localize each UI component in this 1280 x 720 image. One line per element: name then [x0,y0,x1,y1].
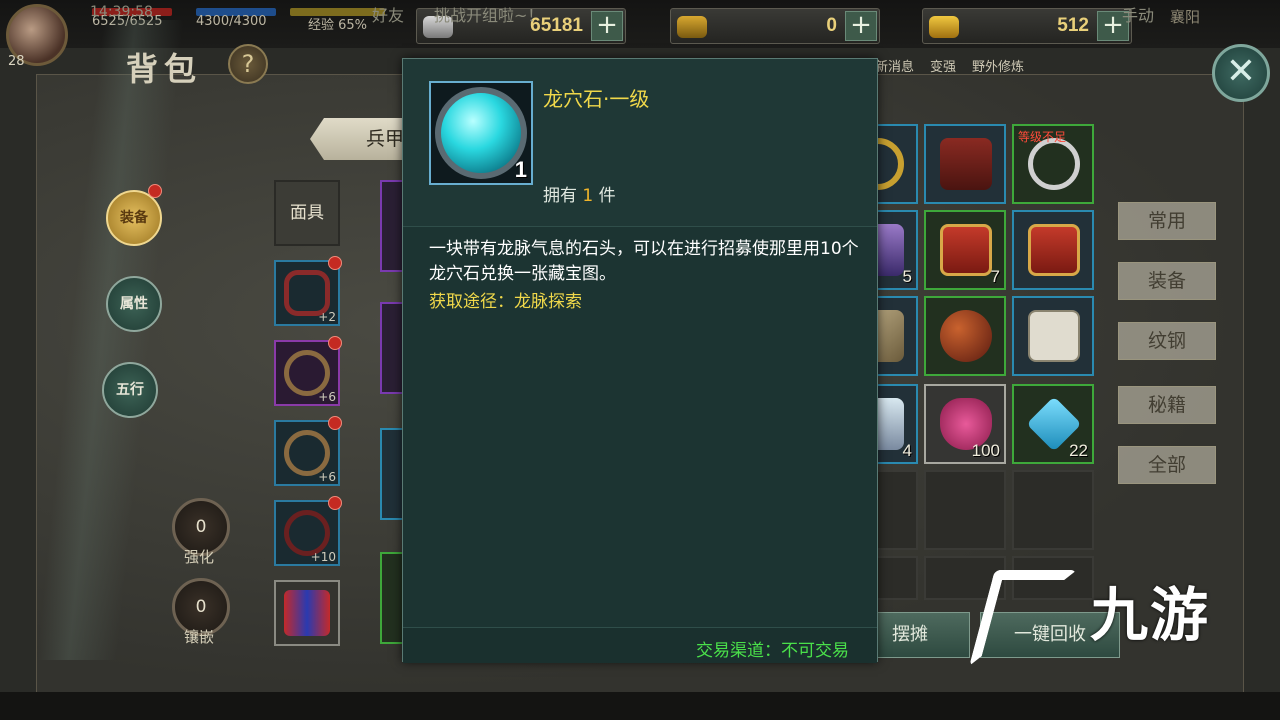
filter-all[interactable]: 全部 [1118,446,1216,484]
enhance-level: +6 [318,390,336,404]
equip-slot-bracelet[interactable]: +6 [274,340,340,406]
tooltip-trade-channel: 交易渠道：不可交易 [696,641,849,661]
equip-slot-ring[interactable]: +10 [274,500,340,566]
notification-dot [328,496,342,510]
auto-toggle[interactable]: 手动 [1122,2,1154,26]
filter-equipment[interactable]: 装备 [1118,262,1216,300]
bag-item-slot[interactable]: 等级不足 [1012,124,1094,204]
chat-bar [0,692,1280,720]
tooltip-owned: 拥有 1 件 [543,181,616,206]
item-tooltip: 1 龙穴石·一级 拥有 1 件 一块带有龙脉气息的石头，可以在进行招募使那里用1… [402,58,878,663]
currency-ticket: 0 + [670,8,880,44]
bag-item-slot[interactable]: 7 [924,210,1006,290]
gold-ticket-icon [677,16,707,38]
tooltip-item-name: 龙穴石·一级 [543,87,650,111]
bag-item-slot[interactable] [924,124,1006,204]
tooltip-description: 一块带有龙脉气息的石头，可以在进行招募使那里用10个龙穴石兑换一张藏宝图。 [429,239,859,284]
bag-empty-slot[interactable] [924,470,1006,550]
location-name: 襄阳 [1170,8,1201,26]
armor-icon [940,138,992,190]
equip-slot-weapon[interactable]: +2 [274,260,340,326]
top-menu: 新消息 变强 野外修炼 [875,56,1040,75]
bag-item-slot[interactable]: 100 [924,384,1006,464]
friend-button[interactable]: 好友 [372,2,404,26]
treasure-chest-icon [1028,224,1080,276]
tooltip-footer: 交易渠道：不可交易 [403,627,877,663]
enhance-level: +6 [318,470,336,484]
notification-dot [148,184,162,198]
inlay-label: 镶嵌 [184,628,215,646]
close-button[interactable]: ✕ [1212,44,1270,102]
tooltip-icon-count: 1 [514,157,527,182]
treasure-chest-icon [940,224,992,276]
notification-dot [328,416,342,430]
bag-item-slot[interactable] [1012,296,1094,376]
bag-item-slot[interactable] [1012,210,1094,290]
notification-dot [328,256,342,270]
cloak-icon [284,590,330,636]
enhance-level: +10 [310,550,336,564]
exp-text: 经验 65% [308,18,368,33]
add-silver-button[interactable]: + [591,11,623,41]
player-level: 28 [8,54,25,69]
dragon-cave-stone-icon [435,87,527,179]
bag-title: 背包 [126,50,203,88]
handcuffs-icon [1028,138,1080,190]
bag-item-slot[interactable] [924,296,1006,376]
help-button[interactable]: ? [228,44,268,84]
filter-common[interactable]: 常用 [1118,202,1216,240]
add-ticket-button[interactable]: + [845,11,877,41]
filter-steel[interactable]: 纹钢 [1118,322,1216,360]
enhance-level: +2 [318,310,336,324]
gold-ingot-icon [929,16,959,38]
menu-new-messages[interactable]: 新消息 [875,60,914,75]
mp-text: 4300/4300 [196,14,267,29]
enhance-label: 强化 [184,548,215,566]
currency-ticket-value: 0 [826,15,837,36]
side-tab-attributes[interactable]: 属性 [106,276,162,332]
level-warning: 等级不足 [1018,130,1067,144]
category-tab-weapons[interactable]: 兵甲 [310,118,410,160]
owned-prefix: 拥有 [543,186,577,206]
watermark-text: 九游 [1090,581,1211,649]
owned-suffix: 件 [598,186,616,206]
chestnut-icon [940,310,992,362]
menu-field-training[interactable]: 野外修炼 [972,60,1024,75]
filter-manuals[interactable]: 秘籍 [1118,386,1216,424]
currency-gold: 512 + [922,8,1132,44]
treasure-map-icon [1028,310,1080,362]
equip-slot-mask[interactable]: 面具 [274,180,340,246]
bag-item-slot[interactable]: 22 [1012,384,1094,464]
tooltip-source: 获取途径：龙脉探索 [429,292,582,312]
equip-slot-cloak[interactable] [274,580,340,646]
tooltip-icon-frame: 1 [429,81,533,185]
side-tab-five-elements[interactable]: 五行 [102,362,158,418]
equip-slot-belt[interactable]: +6 [274,420,340,486]
notification-dot [328,336,342,350]
chat-message[interactable]: 挑战开组啦~！ [434,2,543,26]
menu-get-stronger[interactable]: 变强 [930,60,956,75]
side-tab-equipment[interactable]: 装备 [106,190,162,246]
clock: 14:39:58 [90,4,153,20]
bag-empty-slot[interactable] [1012,470,1094,550]
currency-gold-value: 512 [1057,15,1089,36]
owned-count: 1 [582,186,594,206]
